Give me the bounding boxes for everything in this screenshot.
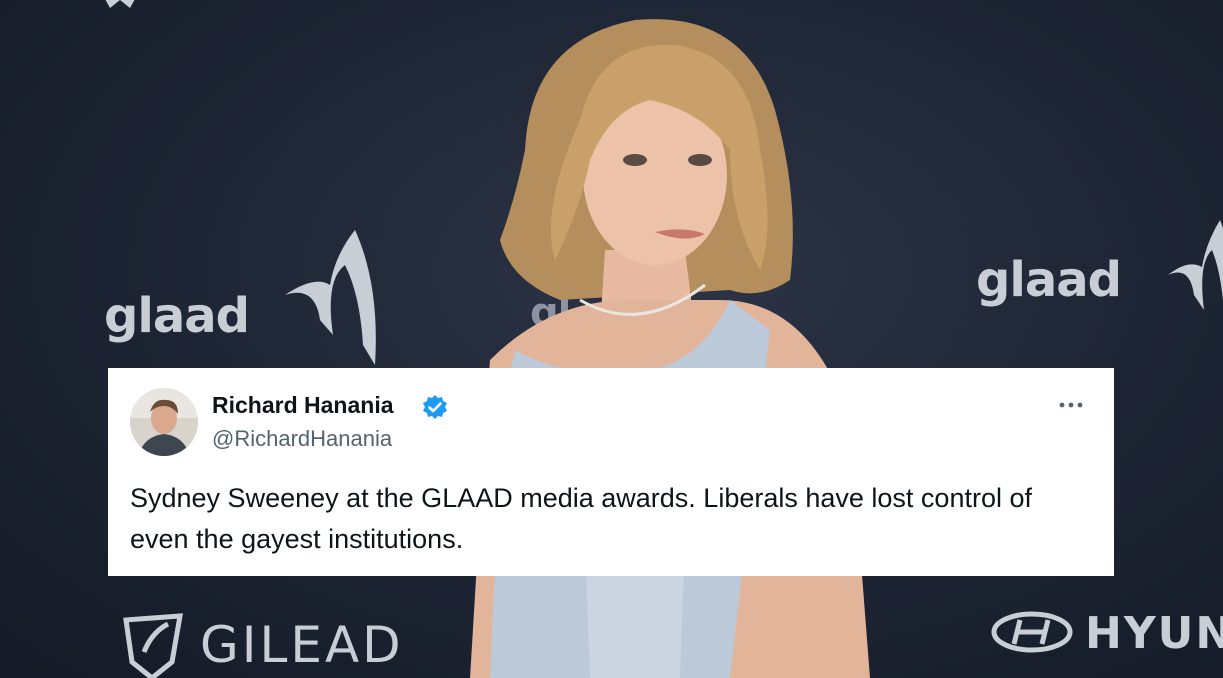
author-handle[interactable]: @RichardHanania <box>212 426 392 452</box>
more-options-button[interactable] <box>1056 390 1086 420</box>
person-photo <box>470 19 870 678</box>
glaad-logo-right: glaad <box>976 252 1122 308</box>
avatar-image <box>130 388 198 456</box>
avatar[interactable] <box>130 388 198 456</box>
tweet-text: Sydney Sweeney at the GLAAD media awards… <box>130 483 1032 554</box>
photo-background: glaad gl glaad GILEAD HYUN Richard Hanan… <box>0 0 1223 678</box>
author-name[interactable]: Richard Hanania <box>212 392 394 419</box>
glaad-mark-icon-right <box>1168 220 1223 310</box>
glaad-mark-icon-left <box>285 230 376 365</box>
glaad-logo-left: glaad <box>104 288 250 344</box>
glaad-mark-icon-top <box>105 0 135 8</box>
hyundai-logo-icon <box>991 611 1073 653</box>
hyundai-logo-text: HYUNI <box>1085 608 1223 659</box>
tweet-card[interactable]: Richard Hanania @RichardHanania Sydney S… <box>108 368 1114 576</box>
gilead-logo-icon <box>123 613 184 678</box>
verified-badge-icon <box>423 395 447 419</box>
gilead-logo-text: GILEAD <box>200 616 404 674</box>
